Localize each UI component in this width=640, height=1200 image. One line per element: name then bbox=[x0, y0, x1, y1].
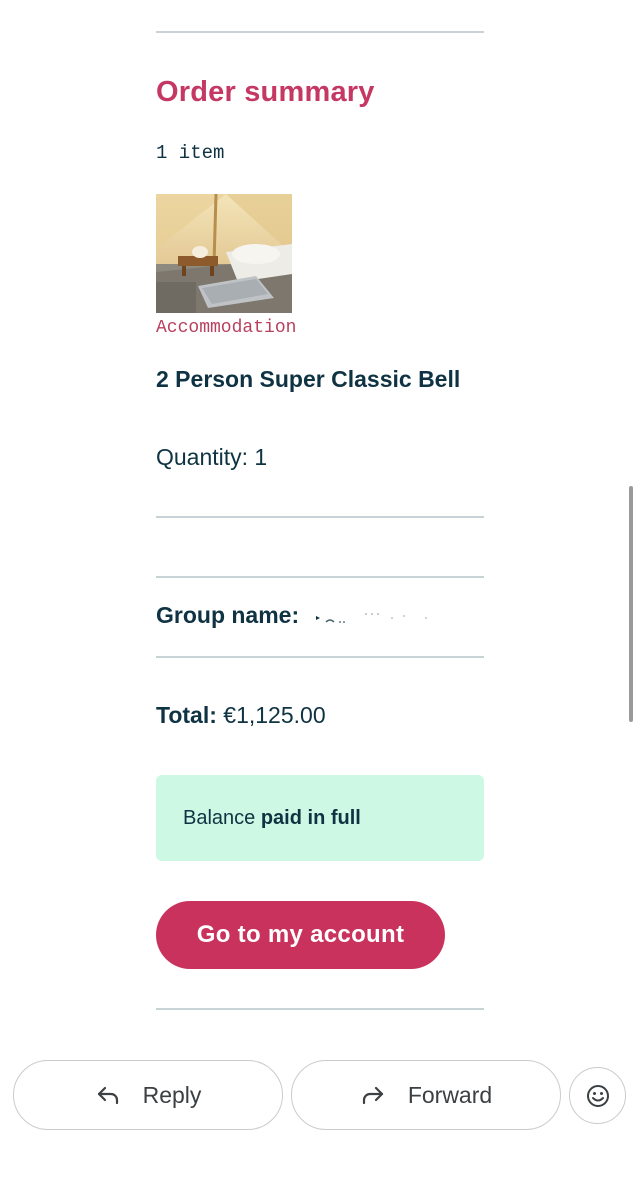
balance-status: paid in full bbox=[260, 807, 361, 829]
forward-label: Forward bbox=[407, 1081, 493, 1108]
total-row: Total: €1,125.00 bbox=[156, 702, 326, 729]
balance-text: Balance paid in full bbox=[183, 807, 361, 830]
reply-label: Reply bbox=[142, 1081, 202, 1108]
total-value: €1,125.00 bbox=[223, 702, 326, 728]
group-bottom-divider bbox=[156, 656, 484, 658]
balance-status-box: Balance paid in full bbox=[156, 775, 484, 861]
forward-button[interactable]: Forward bbox=[291, 1060, 561, 1130]
top-divider bbox=[156, 31, 484, 33]
item-count: 1 item bbox=[156, 142, 225, 164]
total-label: Total: bbox=[156, 702, 217, 728]
emoji-reaction-button[interactable] bbox=[569, 1067, 626, 1124]
order-summary-title: Order summary bbox=[156, 76, 375, 108]
product-name: 2 Person Super Classic Bell bbox=[156, 366, 461, 392]
group-name-row: Group name: bbox=[156, 602, 432, 629]
product-image bbox=[156, 194, 292, 313]
go-to-account-button[interactable]: Go to my account bbox=[156, 901, 445, 969]
reply-icon bbox=[97, 1086, 118, 1105]
emoji-reaction-icon bbox=[586, 1084, 609, 1107]
balance-prefix: Balance bbox=[183, 807, 256, 829]
bottom-divider bbox=[156, 1008, 484, 1010]
item-divider bbox=[156, 516, 484, 518]
group-name-label: Group name: bbox=[156, 602, 300, 628]
reply-button[interactable]: Reply bbox=[13, 1060, 283, 1130]
item-category: Accommodation bbox=[156, 318, 297, 338]
scrollbar[interactable] bbox=[629, 486, 633, 722]
redacted-group-name bbox=[315, 613, 427, 623]
group-top-divider bbox=[156, 576, 484, 578]
item-quantity: Quantity: 1 bbox=[156, 444, 268, 470]
forward-icon bbox=[362, 1086, 383, 1105]
